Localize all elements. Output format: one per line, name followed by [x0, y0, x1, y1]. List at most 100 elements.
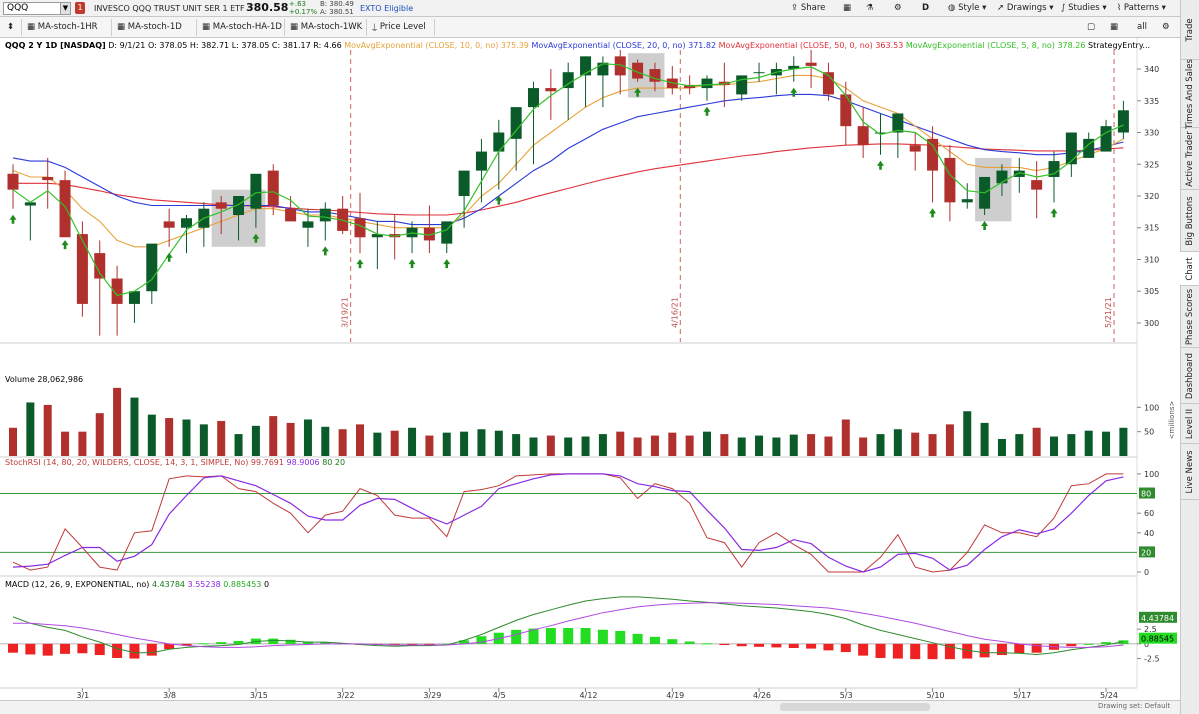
tab-label: MA-stoch-1HR: [37, 22, 98, 32]
single-layout-icon[interactable]: ▢: [1087, 20, 1095, 35]
chart-settings-gear-icon[interactable]: ⚙: [1162, 20, 1170, 35]
side-tab-label: Phase Scores: [1184, 288, 1195, 345]
time-axis-label: 5/24: [1100, 691, 1118, 700]
stochrsi-tick-label: 60: [1144, 509, 1154, 518]
timeframe-button[interactable]: D: [922, 1, 929, 16]
stochrsi-pane[interactable]: 80 20 100 60 40 0: [0, 470, 1159, 577]
ema5-label[interactable]: MovAvgExponential (CLOSE, 5, 8, no): [906, 41, 1055, 50]
ohlc-low: L: 378.05: [231, 41, 270, 50]
ema20-label[interactable]: MovAvgExponential (CLOSE, 20, 0, no): [531, 41, 685, 50]
volume-bar: [165, 418, 174, 456]
side-tab-big-buttons[interactable]: Big Buttons: [1180, 190, 1199, 252]
style-button[interactable]: ◍ Style ▾: [948, 1, 986, 16]
time-axis-label: 4/5: [493, 691, 506, 700]
exto-eligible-link[interactable]: EXTO Eligible: [360, 3, 413, 14]
studies-label: Studies: [1068, 3, 1100, 13]
macd-histogram-bar: [910, 643, 921, 660]
gear-icon[interactable]: ⚙: [894, 1, 902, 16]
chart-scrollbar[interactable]: [0, 700, 1180, 714]
tab-ma-stoch-1hr[interactable]: ▦ MA-stoch-1HR: [22, 19, 112, 36]
macd-histogram-bar: [858, 643, 869, 656]
candle-body: [927, 138, 939, 171]
alert-badge[interactable]: 1: [75, 2, 85, 14]
volume-bar: [564, 437, 573, 456]
time-axis-label: 3/8: [163, 691, 176, 700]
grid-tab-icon: ▦: [117, 22, 128, 32]
volume-bar: [217, 420, 226, 456]
macd-histogram-bar: [979, 643, 990, 658]
tab-price-level[interactable]: ⍊ Price Level: [367, 19, 435, 36]
tab-label: MA-stoch-1D: [127, 22, 182, 32]
ema10-label[interactable]: MovAvgExponential (CLOSE, 10, 0, no): [344, 41, 498, 50]
volume-bar: [494, 430, 503, 456]
grid-icon[interactable]: ▦: [843, 1, 851, 16]
side-tab-label: Dashboard: [1184, 352, 1195, 399]
volume-bar: [789, 434, 798, 456]
macd-histogram-bar: [736, 643, 747, 647]
chart-area[interactable]: 3/19/21 4/16/21 5/21/21 340 335 330 325 320 315…: [0, 38, 1180, 700]
price-tick-label: 335: [1144, 97, 1159, 106]
drawings-button[interactable]: ➚ Drawings ▾: [997, 1, 1054, 16]
tab-ma-stoch-1wk[interactable]: ▦ MA-stoch-1WK: [285, 19, 367, 36]
grid-layout-icon[interactable]: ▦: [1110, 20, 1118, 35]
macd-pane[interactable]: 2.50-2.54.437840.88545: [0, 596, 1177, 689]
side-tab-times-and-sales[interactable]: Times And Sales: [1180, 59, 1199, 128]
side-tab-phase-scores[interactable]: Phase Scores: [1180, 286, 1199, 348]
drawing-set-status[interactable]: Drawing set: Default: [1098, 702, 1170, 711]
side-tab-live-news[interactable]: Live News: [1180, 444, 1199, 500]
side-tab-dashboard[interactable]: Dashboard: [1180, 348, 1199, 404]
macd-histogram-bar: [597, 629, 608, 644]
patterns-button[interactable]: ⌇ Patterns ▾: [1117, 1, 1166, 16]
volume-pane[interactable]: 100 50: [0, 387, 1159, 458]
volume-tick-label: 50: [1144, 428, 1154, 437]
macd-histogram-bar: [511, 629, 522, 644]
volume-bar: [859, 437, 868, 456]
volume-bar: [425, 435, 434, 456]
side-tab-label: Big Buttons: [1184, 195, 1195, 246]
side-tab-trade[interactable]: Trade: [1180, 0, 1199, 60]
strategy-label[interactable]: StrategyEntry...: [1088, 41, 1150, 50]
flask-icon[interactable]: ⚗: [866, 1, 874, 16]
side-tab-chart[interactable]: Chart: [1180, 252, 1199, 286]
scrollbar-thumb[interactable]: [780, 703, 930, 711]
macd-histogram-bar: [129, 643, 140, 659]
share-icon: ⇪: [791, 3, 801, 13]
side-tab-active-trader[interactable]: Active Trader: [1180, 128, 1199, 190]
macd-histogram-bar: [198, 643, 209, 645]
ohlc-date: D: 9/1/21: [108, 41, 146, 50]
macd-histogram-bar: [1083, 643, 1094, 645]
volume-bar: [980, 422, 989, 456]
volume-bar: [408, 427, 417, 456]
price-change-percent: +0.17%: [289, 8, 318, 16]
volume-bar: [755, 435, 764, 456]
share-button[interactable]: ⇪ Share: [791, 1, 825, 16]
candle-body: [458, 170, 470, 196]
ema20-value: 371.82: [688, 41, 717, 50]
candle-body: [267, 170, 279, 206]
tab-ma-stoch-1d[interactable]: ▦ MA-stoch-1D: [112, 19, 197, 36]
pin-icon[interactable]: ⬍: [2, 19, 22, 36]
candle-body: [840, 94, 852, 127]
macd-histogram-bar: [146, 643, 157, 656]
price-tick-label: 330: [1144, 129, 1159, 138]
candle-body: [701, 78, 713, 89]
symbol-dropdown-icon[interactable]: ▼: [60, 2, 71, 15]
all-icon[interactable]: all: [1137, 20, 1147, 35]
ema50-label[interactable]: MovAvgExponential (CLOSE, 50, 0, no): [719, 41, 873, 50]
candle-body: [944, 157, 956, 203]
volume-bar: [303, 419, 312, 456]
buy-signal-arrow-icon: [703, 106, 711, 116]
macd-label[interactable]: MACD (12, 26, 9, EXPONENTIAL, no): [5, 580, 149, 589]
studies-button[interactable]: ∫ Studies ▾: [1061, 1, 1107, 16]
macd-histogram-bar: [684, 641, 695, 644]
candle-body: [892, 113, 904, 133]
candle-body: [285, 208, 297, 222]
volume-label[interactable]: Volume: [5, 375, 35, 384]
stochrsi-label[interactable]: StochRSI (14, 80, 20, WILDERS, CLOSE, 14…: [5, 458, 248, 467]
side-tab-level-ii[interactable]: Level II: [1180, 404, 1199, 444]
volume-bar: [997, 438, 1006, 456]
tab-ma-stoch-ha-1d[interactable]: ▦ MA-stoch-HA-1D: [197, 19, 285, 36]
candle-body: [493, 132, 505, 152]
candle-body: [1065, 132, 1077, 165]
price-pane[interactable]: 340 335 330 325 320 315 310 305 300: [0, 38, 1159, 688]
